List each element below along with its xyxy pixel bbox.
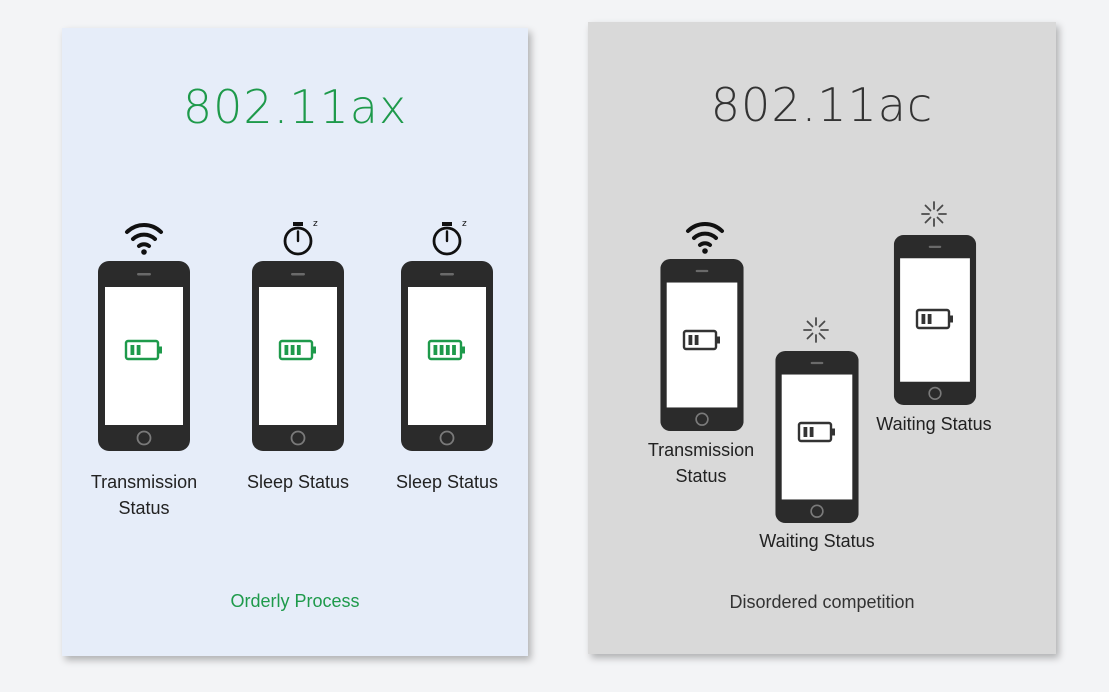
battery-level-bar — [445, 345, 450, 355]
battery-level-bar — [433, 345, 438, 355]
battery-level-bar — [136, 345, 141, 355]
panel-80211ac: 802.11ac Transmission Status Waiting Sta… — [588, 22, 1056, 654]
battery-level-bar — [296, 345, 301, 355]
stopwatch-sleep-icon — [425, 216, 469, 260]
panel-footer: Disordered competition — [729, 592, 915, 612]
battery-icon — [124, 339, 162, 361]
phone-device — [98, 261, 190, 451]
battery-level-bar — [452, 345, 456, 355]
battery-icon — [797, 421, 835, 443]
device-status-label: Transmission Status — [647, 440, 755, 486]
battery-level-bar — [809, 427, 814, 437]
battery-level-bar — [130, 345, 135, 355]
battery-icon — [915, 308, 953, 330]
phone-device — [660, 259, 744, 431]
panel-title: 802.11ax — [182, 80, 408, 134]
phone-device — [775, 351, 859, 523]
device-status-label: Transmission Status — [90, 472, 198, 518]
battery-level-bar — [927, 314, 932, 324]
battery-level-bar — [688, 335, 693, 345]
device-status-label: Waiting Status — [759, 531, 875, 551]
battery-level-bar — [694, 335, 699, 345]
phone-device — [893, 235, 977, 405]
stopwatch-sleep-icon — [276, 216, 320, 260]
battery-icon — [278, 339, 316, 361]
panel-80211ax: 802.11ax Transmission Status Sleep Statu… — [62, 28, 528, 656]
wifi-icon — [122, 216, 166, 260]
phone-device — [252, 261, 344, 451]
battery-level-bar — [439, 345, 444, 355]
panel-title: 802.11ac — [710, 78, 934, 132]
device-status-label: Sleep Status — [395, 472, 499, 492]
wifi-icon — [683, 215, 727, 259]
phone-device — [401, 261, 493, 451]
panel-footer: Orderly Process — [230, 591, 360, 611]
loading-spinner-icon — [912, 192, 956, 236]
battery-level-bar — [290, 345, 295, 355]
loading-spinner-icon — [794, 308, 838, 352]
device-status-label: Waiting Status — [876, 414, 992, 434]
battery-icon — [682, 329, 720, 351]
device-status-label: Sleep Status — [246, 472, 350, 492]
battery-icon — [427, 339, 465, 361]
battery-level-bar — [284, 345, 289, 355]
battery-level-bar — [921, 314, 926, 324]
battery-level-bar — [803, 427, 808, 437]
